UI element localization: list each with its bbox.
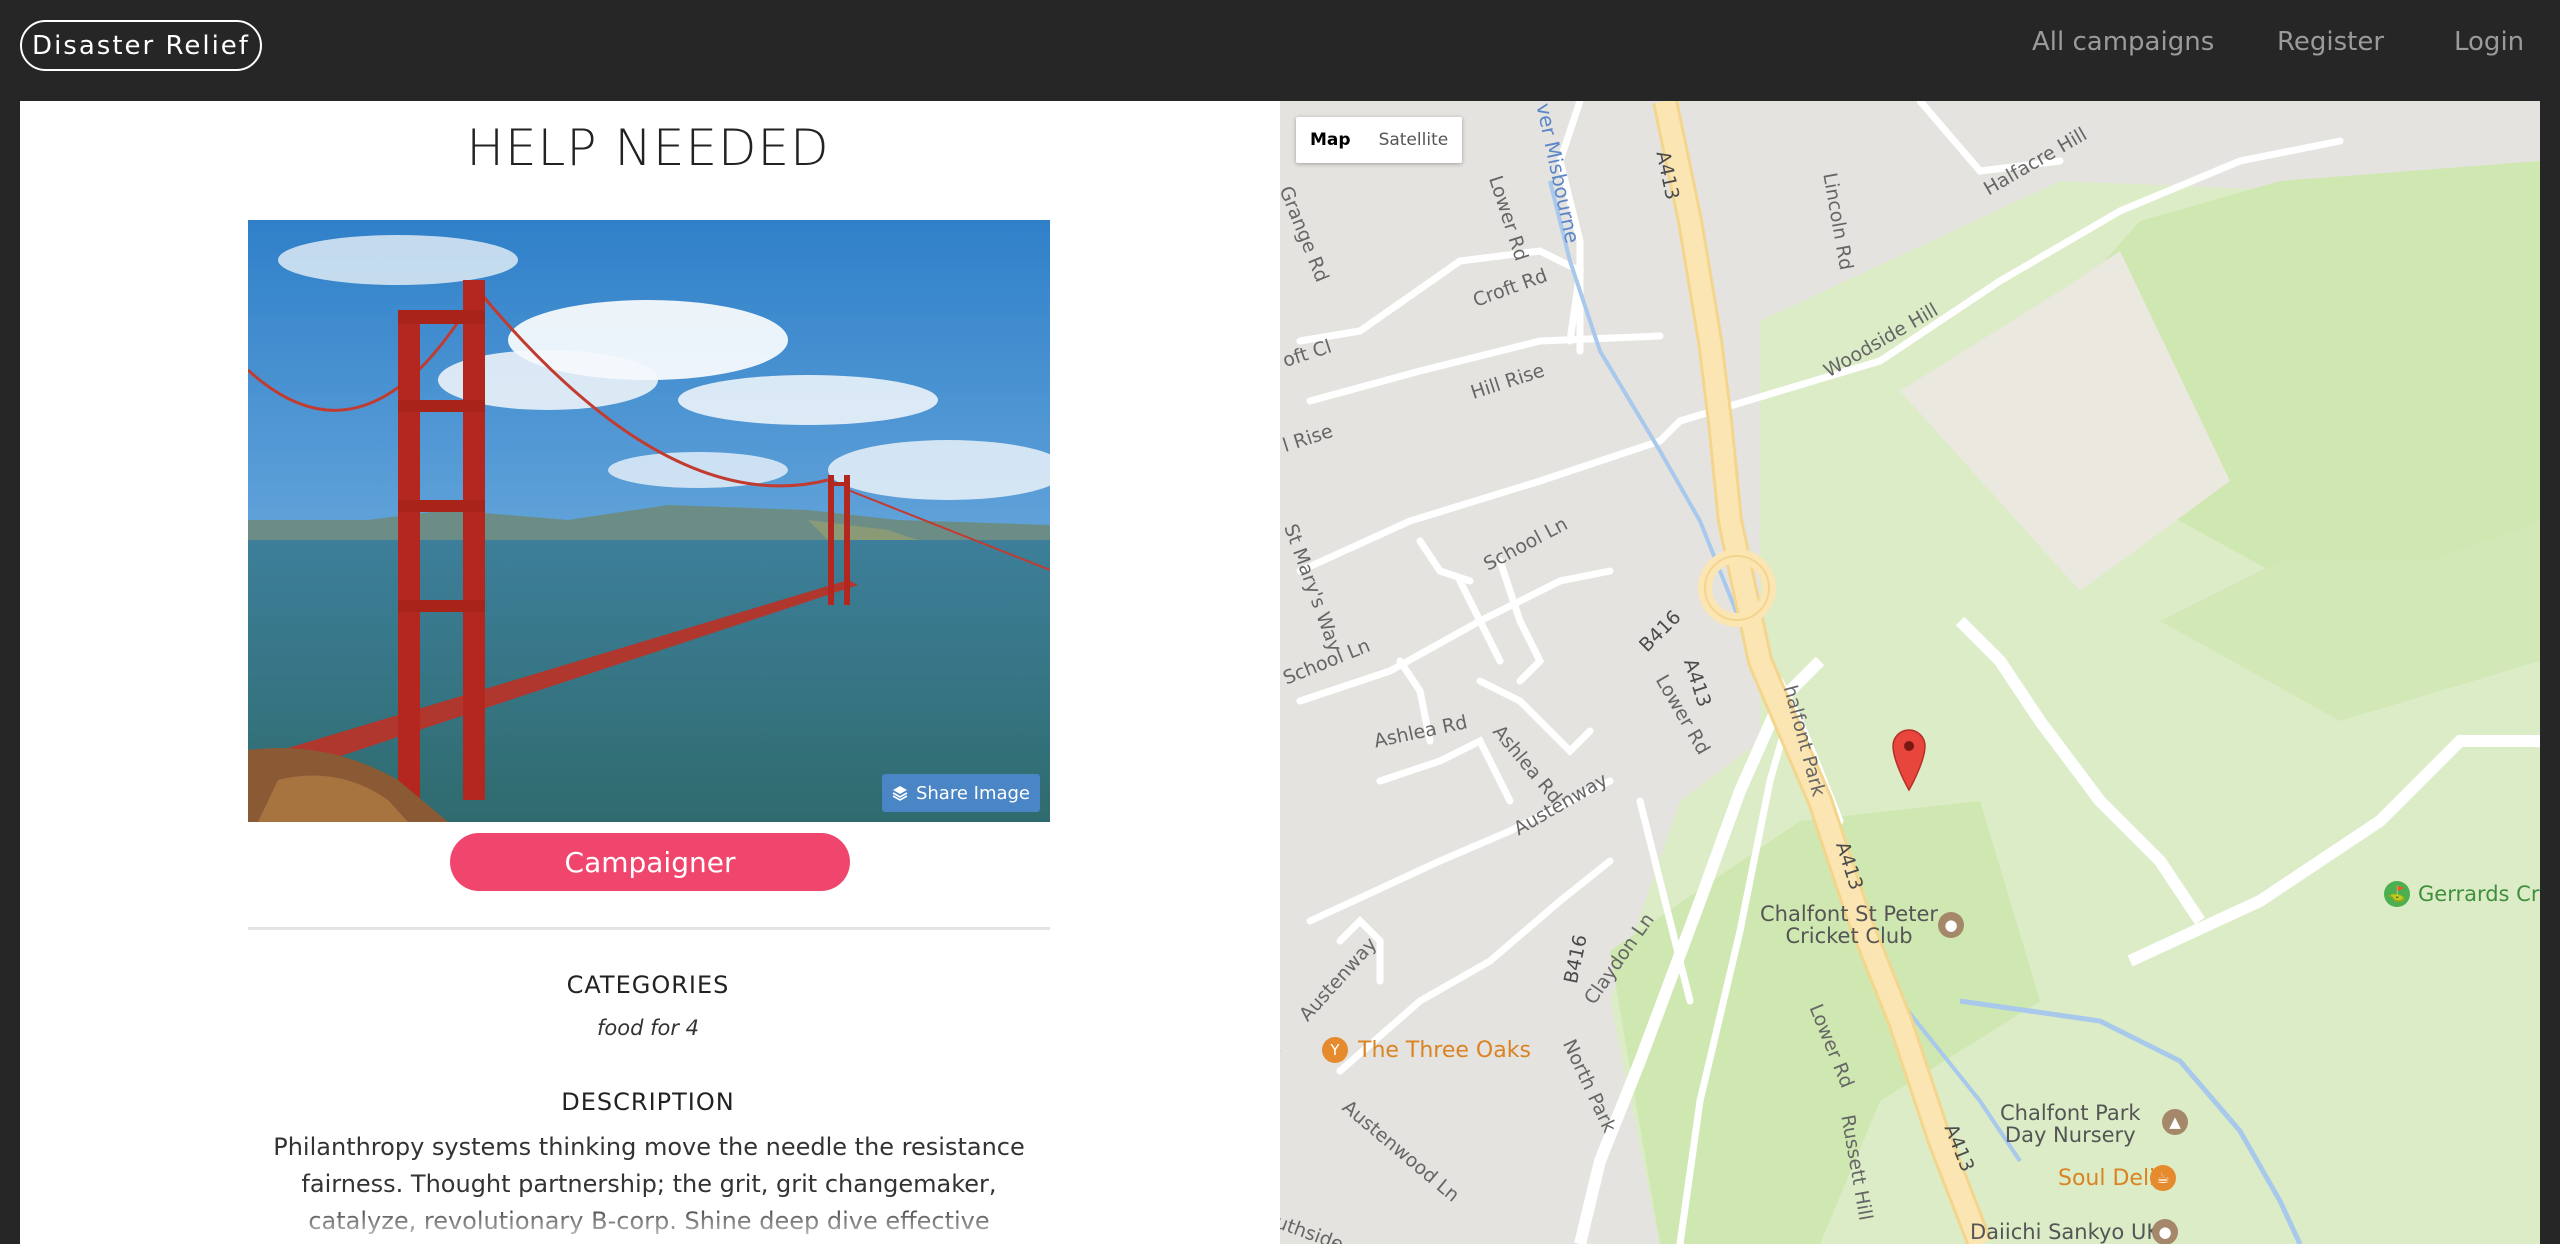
business-icon[interactable]: ● bbox=[2152, 1219, 2178, 1244]
poi-cricket-club-label[interactable]: Chalfont St Peter Cricket Club bbox=[1760, 903, 1938, 947]
poi-gerrards-label[interactable]: Gerrards Cro bbox=[2418, 882, 2540, 906]
map-canvas[interactable] bbox=[1280, 101, 2540, 1244]
layers-icon bbox=[892, 785, 908, 801]
campaign-photo: Share Image bbox=[248, 220, 1050, 822]
poi-nursery-label[interactable]: Chalfont Park Day Nursery bbox=[2000, 1102, 2141, 1146]
nav-register-link[interactable]: Register bbox=[2277, 27, 2384, 57]
nav-all-campaigns-link[interactable]: All campaigns bbox=[2032, 27, 2214, 57]
share-image-button[interactable]: Share Image bbox=[882, 774, 1040, 812]
poi-three-oaks-label[interactable]: The Three Oaks bbox=[1358, 1038, 1531, 1063]
cafe-icon[interactable]: ☕ bbox=[2150, 1165, 2176, 1191]
bar-icon[interactable]: Y bbox=[1322, 1037, 1348, 1063]
campaigner-button[interactable]: Campaigner bbox=[450, 833, 850, 891]
poi-daiichi-label[interactable]: Daiichi Sankyo UK bbox=[1970, 1221, 2160, 1243]
map-type-control: Map Satellite bbox=[1296, 117, 1463, 163]
scroll-fade bbox=[20, 1204, 1280, 1244]
golden-gate-bridge-image bbox=[248, 220, 1050, 822]
cricket-club-icon[interactable]: ● bbox=[1938, 912, 1964, 938]
school-icon[interactable]: ▲ bbox=[2162, 1109, 2188, 1135]
location-pin-icon[interactable] bbox=[1891, 728, 1927, 792]
poi-soul-deli-label[interactable]: Soul Deli bbox=[2058, 1166, 2155, 1191]
top-navbar: Disaster Relief All campaigns Register L… bbox=[0, 0, 2560, 101]
satellite-view-button[interactable]: Satellite bbox=[1365, 117, 1463, 163]
page-title: HELP NEEDED bbox=[466, 119, 830, 177]
campaign-location-map[interactable]: Map Satellite ver Misbourne A413 A413 A4… bbox=[1280, 101, 2540, 1244]
description-heading: DESCRIPTION bbox=[561, 1088, 735, 1116]
section-divider bbox=[248, 927, 1050, 930]
share-image-label: Share Image bbox=[915, 782, 1031, 804]
nav-login-link[interactable]: Login bbox=[2454, 27, 2524, 57]
golf-icon[interactable]: ⛳ bbox=[2384, 881, 2410, 907]
campaign-detail-panel: HELP NEEDED Share Image Campaigner CATEG… bbox=[20, 101, 1280, 1244]
brand-logo-button[interactable]: Disaster Relief bbox=[20, 20, 262, 71]
map-view-button[interactable]: Map bbox=[1296, 117, 1365, 163]
categories-value: food for 4 bbox=[596, 1016, 699, 1040]
categories-heading: CATEGORIES bbox=[566, 971, 730, 999]
